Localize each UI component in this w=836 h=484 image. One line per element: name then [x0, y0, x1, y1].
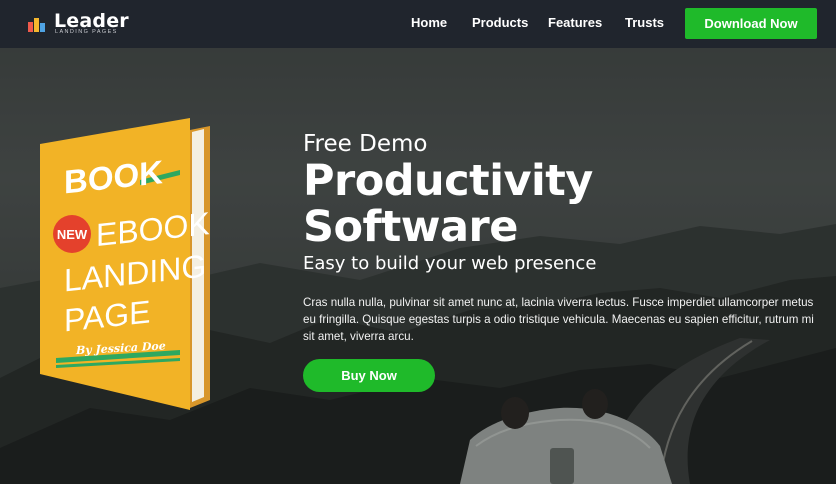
hero-title-line-1: Productivity [303, 156, 593, 206]
buy-now-button[interactable]: Buy Now [303, 359, 435, 392]
nav-link-features[interactable]: Features [548, 15, 602, 30]
book-badge: NEW [57, 227, 88, 242]
ebook-cover-image: NEW BOOK EBOOK LANDING PAGE By Jessica D… [40, 118, 210, 410]
logo-subtitle: LANDING PAGES [55, 29, 118, 35]
logo-bars-icon [28, 16, 50, 32]
hero-title: Productivity Software [303, 158, 593, 250]
nav-link-products[interactable]: Products [472, 15, 528, 30]
hero-content: Free Demo Productivity Software Easy to … [303, 0, 823, 484]
logo[interactable]: Leader LANDING PAGES [28, 10, 138, 38]
nav-link-home[interactable]: Home [411, 15, 447, 30]
nav-link-trusts[interactable]: Trusts [625, 15, 664, 30]
hero-paragraph: Cras nulla nulla, pulvinar sit amet nunc… [303, 296, 814, 343]
top-navbar: Leader LANDING PAGES Home Products Featu… [0, 0, 836, 48]
hero-subtitle: Easy to build your web presence [303, 253, 597, 274]
download-now-button[interactable]: Download Now [685, 8, 817, 39]
hero-eyebrow: Free Demo [303, 131, 428, 157]
hero-title-line-2: Software [303, 202, 518, 252]
